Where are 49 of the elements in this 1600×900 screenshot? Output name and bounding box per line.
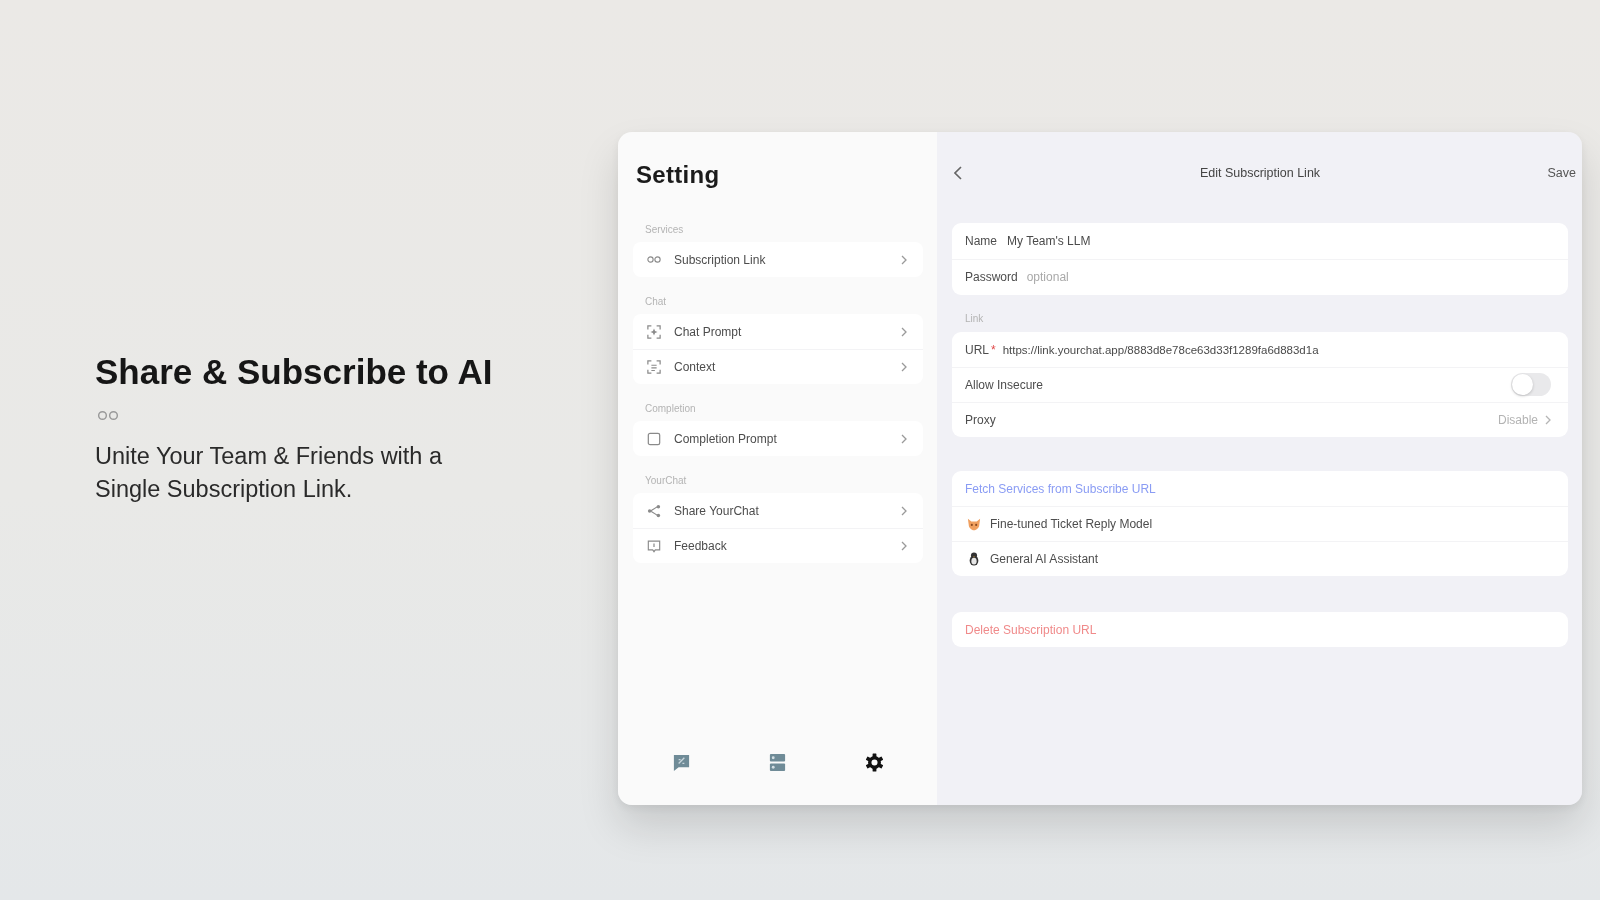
scan-sparkle-icon: [647, 324, 661, 339]
section-label: Completion: [645, 402, 696, 416]
section-label: Services: [645, 223, 684, 237]
link-icon: [647, 256, 661, 263]
field-label: URL: [965, 342, 989, 357]
settings-item[interactable]: Share YourChat: [633, 493, 923, 528]
chevron-right-icon: [1545, 414, 1551, 425]
service-name: Fine-tuned Ticket Reply Model: [990, 516, 1153, 531]
chevron-right-icon: [901, 540, 907, 551]
section-label: Link: [965, 312, 984, 326]
chevron-right-icon: [901, 254, 907, 265]
chevron-right-icon: [901, 505, 907, 516]
chevron-left-icon: [954, 166, 962, 180]
text-field[interactable]: My Team's LLM: [1007, 234, 1551, 248]
field-label: Name: [965, 234, 997, 248]
settings-item[interactable]: Completion Prompt: [633, 421, 923, 456]
settings-icon: [865, 752, 885, 772]
link-icon: [97, 410, 119, 421]
url-field[interactable]: https://link.yourchat.app/8883d8e78ce63d33f1289fa6d883d1a: [1002, 343, 1551, 356]
text-field[interactable]: optional: [1026, 270, 1551, 284]
section-label: YourChat: [645, 474, 687, 488]
settings-item[interactable]: Chat Prompt: [633, 314, 923, 349]
chevron-right-icon: [901, 361, 907, 372]
toggle-switch[interactable]: [1511, 373, 1551, 396]
required-mark: *: [991, 342, 996, 357]
share-icon: [647, 503, 661, 518]
field-label: Password: [965, 270, 1018, 284]
hero-subtitle: Unite Your Team & Friends with a Single Subscription Link.: [95, 442, 444, 504]
settings-item[interactable]: Feedback: [633, 528, 923, 563]
field-label: Proxy: [965, 412, 996, 427]
section-label: Chat: [645, 295, 667, 309]
scan-text-icon: [647, 359, 661, 374]
square-icon: [647, 431, 661, 446]
feedback-icon: [647, 538, 661, 553]
chat-bubble-icon: [671, 752, 691, 772]
sidebar-title: Setting: [636, 160, 720, 190]
service-name: General AI Assistant: [990, 551, 1099, 566]
field-label: Allow Insecure: [965, 377, 1044, 392]
back-button[interactable]: [952, 164, 964, 182]
list-icon: [768, 752, 788, 772]
settings-item[interactable]: Context: [633, 349, 923, 384]
chevron-right-icon: [901, 433, 907, 444]
save-button[interactable]: Save: [1547, 164, 1576, 182]
penguin-icon: [967, 551, 981, 566]
hero-title: Share & Subscribe to AI: [95, 351, 493, 393]
settings-item[interactable]: Subscription Link: [633, 242, 923, 277]
fox-face-icon: [967, 516, 981, 531]
chevron-right-icon: [901, 326, 907, 337]
page-title: Edit Subscription Link: [1199, 166, 1321, 180]
